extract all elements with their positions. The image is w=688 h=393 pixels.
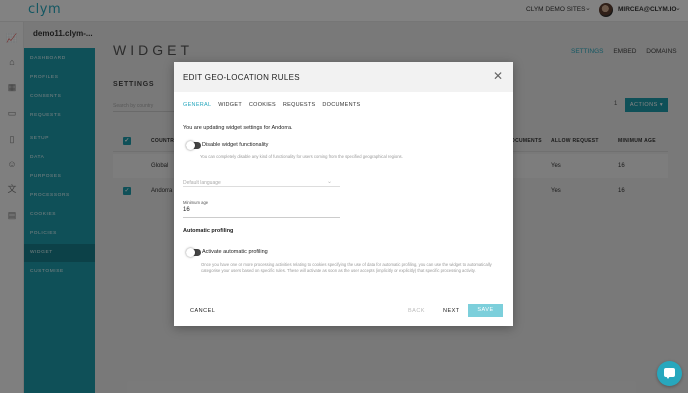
disable-widget-label: Disable widget functionality — [202, 142, 269, 148]
disable-widget-help: You can completely disable any kind of f… — [200, 154, 403, 159]
automatic-profiling-label: Activate automatic profiling — [202, 249, 268, 255]
minimum-age-input[interactable]: 16 — [183, 207, 340, 218]
close-icon[interactable]: ✕ — [492, 70, 504, 82]
disable-widget-toggle[interactable] — [186, 141, 201, 150]
default-language-select[interactable]: Default language ⌄ — [183, 174, 340, 187]
cancel-button[interactable]: CANCEL — [190, 308, 215, 314]
automatic-profiling-help: Once you have one or more processing act… — [201, 262, 492, 273]
next-button[interactable]: NEXT — [443, 308, 460, 314]
modal-title: EDIT GEO-LOCATION RULES — [183, 73, 300, 82]
default-language-placeholder: Default language — [183, 180, 221, 186]
chat-button[interactable] — [657, 361, 682, 386]
edit-geo-location-modal: EDIT GEO-LOCATION RULES ✕ GENERAL WIDGET… — [174, 62, 513, 326]
modal-tabs: GENERAL WIDGET COOKIES REQUESTS DOCUMENT… — [183, 102, 366, 108]
tab-requests[interactable]: REQUESTS — [283, 102, 316, 108]
minimum-age-label: Minimum age — [183, 200, 209, 205]
chat-bubble-tail — [666, 376, 670, 379]
automatic-profiling-toggle[interactable] — [186, 248, 201, 257]
tab-widget[interactable]: WIDGET — [218, 102, 242, 108]
automatic-profiling-heading: Automatic profiling — [183, 228, 234, 234]
back-button[interactable]: BACK — [408, 308, 425, 314]
tab-documents[interactable]: DOCUMENTS — [322, 102, 360, 108]
chevron-down-icon: ⌄ — [326, 179, 332, 185]
modal-header: EDIT GEO-LOCATION RULES ✕ — [174, 62, 513, 92]
intro-text: You are updating widget settings for And… — [183, 125, 293, 131]
save-button[interactable]: SAVE — [468, 304, 503, 317]
tab-general[interactable]: GENERAL — [183, 102, 211, 108]
tab-cookies[interactable]: COOKIES — [249, 102, 276, 108]
